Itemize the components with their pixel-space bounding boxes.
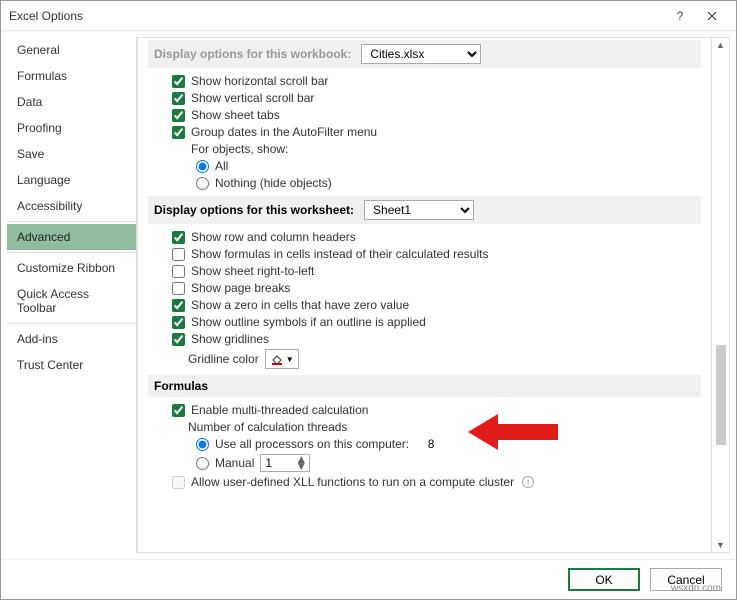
opt-pagebreaks[interactable]: Show page breaks [172, 281, 701, 295]
opt-manual[interactable]: Manual ▲▼ [196, 454, 701, 472]
checkbox [172, 476, 185, 489]
vertical-scrollbar[interactable]: ▲ ▼ [712, 37, 730, 553]
sidebar-item-data[interactable]: Data [7, 89, 136, 115]
section-label: Formulas [154, 379, 208, 393]
sidebar-separator [7, 323, 136, 324]
opt-multithread[interactable]: Enable multi-threaded calculation [172, 403, 701, 417]
sidebar: General Formulas Data Proofing Save Lang… [7, 37, 137, 553]
close-button[interactable] [696, 4, 728, 28]
dialog: Excel Options ? General Formulas Data Pr… [0, 0, 737, 600]
checkbox[interactable] [172, 75, 185, 88]
section-worksheet-display: Display options for this worksheet: Shee… [148, 196, 701, 224]
radio[interactable] [196, 177, 209, 190]
sidebar-separator [7, 252, 136, 253]
processor-count: 8 [428, 437, 435, 451]
main-area: Display options for this workbook: Citie… [137, 37, 730, 553]
section-label: Display options for this worksheet: [154, 203, 354, 217]
sidebar-item-trust-center[interactable]: Trust Center [7, 352, 136, 378]
sidebar-item-accessibility[interactable]: Accessibility [7, 193, 136, 219]
content-panel: Display options for this workbook: Citie… [137, 37, 712, 553]
threads-label: Number of calculation threads [188, 420, 701, 434]
checkbox[interactable] [172, 404, 185, 417]
opt-headers[interactable]: Show row and column headers [172, 230, 701, 244]
opt-outline[interactable]: Show outline symbols if an outline is ap… [172, 315, 701, 329]
checkbox[interactable] [172, 92, 185, 105]
scroll-down-icon[interactable]: ▼ [716, 540, 725, 550]
checkbox[interactable] [172, 126, 185, 139]
opt-formulas-in-cells[interactable]: Show formulas in cells instead of their … [172, 247, 701, 261]
titlebar: Excel Options ? [1, 1, 736, 31]
sidebar-item-addins[interactable]: Add-ins [7, 326, 136, 352]
checkbox[interactable] [172, 282, 185, 295]
sidebar-item-qat[interactable]: Quick Access Toolbar [7, 281, 136, 321]
opt-allproc[interactable]: Use all processors on this computer: 8 [196, 437, 701, 451]
checkbox[interactable] [172, 248, 185, 261]
section-formulas: Formulas [148, 375, 701, 397]
spinner-input[interactable] [261, 455, 293, 471]
radio[interactable] [196, 160, 209, 173]
checkbox[interactable] [172, 299, 185, 312]
spinner-arrows[interactable]: ▲▼ [293, 456, 309, 470]
opt-all[interactable]: All [196, 159, 701, 173]
checkbox[interactable] [172, 231, 185, 244]
sidebar-item-save[interactable]: Save [7, 141, 136, 167]
checkbox[interactable] [172, 333, 185, 346]
checkbox[interactable] [172, 265, 185, 278]
opt-xll: Allow user-defined XLL functions to run … [172, 475, 701, 489]
radio[interactable] [196, 457, 209, 470]
sidebar-item-general[interactable]: General [7, 37, 136, 63]
gridline-color-label: Gridline color [188, 352, 259, 366]
sidebar-item-proofing[interactable]: Proofing [7, 115, 136, 141]
opt-rtl[interactable]: Show sheet right-to-left [172, 264, 701, 278]
manual-thread-spinner[interactable]: ▲▼ [260, 454, 310, 472]
scroll-thumb[interactable] [716, 345, 726, 445]
watermark: wsxdn.com [671, 583, 721, 594]
chevron-down-icon: ▼ [286, 355, 294, 364]
sidebar-item-customize-ribbon[interactable]: Customize Ribbon [7, 255, 136, 281]
sidebar-item-formulas[interactable]: Formulas [7, 63, 136, 89]
checkbox[interactable] [172, 109, 185, 122]
for-objects-label: For objects, show: [172, 142, 701, 156]
opt-gridlines[interactable]: Show gridlines [172, 332, 701, 346]
opt-vscroll[interactable]: Show vertical scroll bar [172, 91, 701, 105]
section-workbook-display: Display options for this workbook: Citie… [148, 40, 701, 68]
worksheet-select[interactable]: Sheet1 [364, 200, 474, 220]
paint-bucket-icon [270, 352, 284, 366]
opt-groupdates[interactable]: Group dates in the AutoFilter menu [172, 125, 701, 139]
sidebar-item-advanced[interactable]: Advanced [7, 224, 136, 250]
ok-button[interactable]: OK [568, 568, 640, 591]
scroll-up-icon[interactable]: ▲ [716, 40, 725, 50]
opt-tabs[interactable]: Show sheet tabs [172, 108, 701, 122]
checkbox[interactable] [172, 316, 185, 329]
gridline-color-row: Gridline color ▼ [188, 349, 701, 369]
opt-hscroll[interactable]: Show horizontal scroll bar [172, 74, 701, 88]
help-button[interactable]: ? [664, 4, 696, 28]
gridline-color-picker[interactable]: ▼ [265, 349, 299, 369]
opt-zero[interactable]: Show a zero in cells that have zero valu… [172, 298, 701, 312]
sidebar-separator [7, 221, 136, 222]
sidebar-item-language[interactable]: Language [7, 167, 136, 193]
dialog-title: Excel Options [9, 9, 664, 23]
opt-nothing[interactable]: Nothing (hide objects) [196, 176, 701, 190]
dialog-footer: OK Cancel [1, 559, 736, 599]
info-icon[interactable]: i [522, 476, 534, 488]
section-label: Display options for this workbook: [154, 47, 351, 61]
workbook-select[interactable]: Cities.xlsx [361, 44, 481, 64]
radio[interactable] [196, 438, 209, 451]
dialog-body: General Formulas Data Proofing Save Lang… [1, 31, 736, 559]
